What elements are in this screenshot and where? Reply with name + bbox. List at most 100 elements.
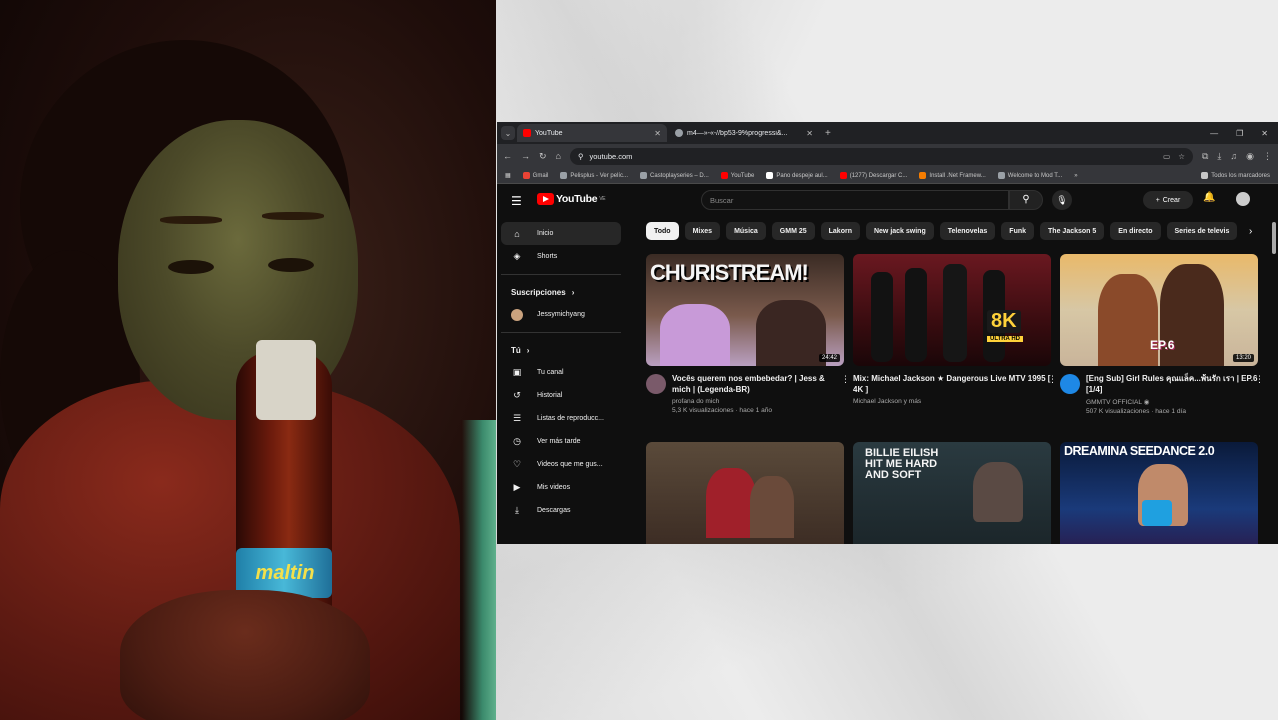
- bookmark-item[interactable]: Pano despeje aul...: [766, 172, 828, 179]
- you-header[interactable]: Tú ›: [501, 339, 621, 361]
- video-card[interactable]: CHURISTREAM! 24:42 Vocês querem nos embe…: [646, 254, 850, 414]
- video-thumbnail[interactable]: CHURISTREAM! 24:42: [646, 254, 844, 366]
- close-window-icon[interactable]: ✕: [1261, 129, 1268, 138]
- profile-icon[interactable]: ◉: [1246, 151, 1254, 162]
- sidebar-item-my-videos[interactable]: ▶ Mis videos: [501, 476, 621, 499]
- new-tab-icon[interactable]: +: [825, 128, 831, 139]
- site-info-icon[interactable]: ⚲: [578, 152, 584, 161]
- video-title[interactable]: Vocês querem nos embebedar? | Jess & mic…: [672, 374, 844, 395]
- bookmark-item[interactable]: YouTube: [720, 172, 754, 179]
- media-icon[interactable]: ♫: [1230, 151, 1237, 162]
- chip-en-directo[interactable]: En directo: [1110, 222, 1161, 240]
- sidebar-item-watch-later[interactable]: ◷ Ver más tarde: [501, 430, 621, 453]
- clock-icon: ◷: [513, 436, 521, 446]
- menu-icon[interactable]: ☰: [511, 194, 522, 208]
- chip-mixes[interactable]: Mixes: [684, 222, 721, 240]
- channel-name[interactable]: Michael Jackson y más: [853, 398, 1051, 405]
- chip-gmm25[interactable]: GMM 25: [771, 222, 815, 240]
- video-card[interactable]: DREAMINA SEEDANCE 2.0: [1060, 442, 1258, 544]
- tab-youtube[interactable]: YouTube ✕: [517, 124, 667, 142]
- chip-todo[interactable]: Todo: [646, 222, 679, 240]
- sidebar-item-channel[interactable]: ▣ Tu canal: [501, 361, 621, 384]
- thumbnail-text: 8K: [987, 310, 1021, 333]
- tab-search-button[interactable]: ⌄: [501, 126, 515, 140]
- more-options-icon[interactable]: ⋮: [1048, 374, 1057, 385]
- reload-icon[interactable]: ↻: [539, 151, 547, 162]
- close-tab-icon[interactable]: ✕: [654, 129, 661, 138]
- tab-second[interactable]: m4—»-«-//bp53-9%progressi&... ✕: [669, 124, 819, 142]
- scrollbar[interactable]: [1272, 222, 1276, 254]
- chip-series[interactable]: Series de televis: [1166, 222, 1238, 240]
- video-card[interactable]: EP.6 13:20 [Eng Sub] Girl Rules คุณแล็ค.…: [1060, 254, 1264, 415]
- sidebar-item-subscription[interactable]: Jessymichyang: [501, 303, 621, 326]
- bookmark-item[interactable]: Pelisplus - Ver pelíc...: [560, 172, 628, 179]
- bell-icon[interactable]: 🔔: [1203, 192, 1215, 203]
- logo-text: YouTube: [556, 193, 598, 205]
- channel-name[interactable]: GMMTV OFFICIAL ◉: [1086, 398, 1258, 406]
- chip-telenovelas[interactable]: Telenovelas: [939, 222, 996, 240]
- sidebar-item-inicio[interactable]: ⌂ Inicio: [501, 222, 621, 245]
- download-icon[interactable]: ⤓: [1217, 151, 1221, 162]
- video-card[interactable]: BILLIE EILISH HIT ME HARD AND SOFT: [853, 442, 1051, 544]
- video-thumbnail[interactable]: [646, 442, 844, 544]
- search-icon[interactable]: ⚲: [1009, 190, 1043, 210]
- sidebar-item-shorts[interactable]: ◈ Shorts: [501, 245, 621, 268]
- my-videos-icon: ▶: [513, 482, 521, 492]
- menu-dots-icon[interactable]: ⋮: [1263, 151, 1272, 162]
- youtube-logo[interactable]: YouTube VE: [537, 193, 606, 205]
- account-avatar[interactable]: [1236, 192, 1250, 206]
- video-stats: 507 K visualizaciones · hace 1 día: [1086, 408, 1187, 415]
- chip-new-jack-swing[interactable]: New jack swing: [865, 222, 934, 240]
- video-thumbnail[interactable]: 8K ULTRA HD: [853, 254, 1051, 366]
- cast-icon[interactable]: ▭: [1163, 152, 1170, 161]
- chevron-right-icon[interactable]: ›: [1249, 226, 1252, 237]
- chip-jackson5[interactable]: The Jackson 5: [1040, 222, 1105, 240]
- extensions-icon[interactable]: ⧉: [1202, 151, 1208, 162]
- back-icon[interactable]: ←: [503, 151, 512, 161]
- home-icon: ⌂: [514, 228, 520, 239]
- video-duration: 13:20: [1232, 354, 1254, 362]
- close-tab-icon[interactable]: ✕: [806, 129, 813, 138]
- mic-icon[interactable]: 🎙: [1052, 190, 1072, 210]
- bookmark-item[interactable]: Castoplayseries – D...: [640, 172, 709, 179]
- channel-name[interactable]: profana do mich: [672, 398, 844, 405]
- forward-icon[interactable]: →: [521, 151, 530, 161]
- search-input[interactable]: Buscar: [701, 190, 1009, 210]
- maximize-icon[interactable]: ❐: [1236, 129, 1243, 138]
- sidebar-item-liked[interactable]: ♡ Videos que me gus...: [501, 453, 621, 476]
- url-field[interactable]: ⚲ youtube.com ▭ ☆: [569, 147, 1193, 165]
- bookmark-item[interactable]: Welcome to Mod T...: [997, 172, 1062, 179]
- channel-avatar[interactable]: [646, 374, 666, 394]
- sidebar-item-downloads[interactable]: ⤓ Descargas: [501, 499, 621, 522]
- video-title[interactable]: [Eng Sub] Girl Rules คุณแล็ค...พ้นรัก เร…: [1086, 374, 1258, 395]
- chip-lakorn[interactable]: Lakorn: [820, 222, 860, 240]
- channel-avatar[interactable]: [1060, 374, 1080, 394]
- video-card[interactable]: [646, 442, 844, 544]
- apps-icon[interactable]: ▦: [505, 172, 511, 179]
- more-options-icon[interactable]: ⋮: [1255, 374, 1264, 385]
- all-bookmarks[interactable]: Todos los marcadores: [1201, 172, 1270, 179]
- more-options-icon[interactable]: ⋮: [841, 374, 850, 385]
- divider: [501, 332, 621, 333]
- more-bookmarks-icon[interactable]: »: [1074, 173, 1077, 179]
- url-text: youtube.com: [589, 151, 633, 161]
- video-thumbnail[interactable]: BILLIE EILISH HIT ME HARD AND SOFT: [853, 442, 1051, 544]
- create-button[interactable]: + Crear: [1143, 191, 1193, 209]
- video-card[interactable]: 8K ULTRA HD Mix: Michael Jackson ★ Dange…: [853, 254, 1057, 405]
- video-thumbnail[interactable]: DREAMINA SEEDANCE 2.0: [1060, 442, 1258, 544]
- subscriptions-header[interactable]: Suscripciones ›: [501, 281, 621, 303]
- sidebar-item-history[interactable]: ↺ Historial: [501, 384, 621, 407]
- sidebar-item-playlists[interactable]: ☰ Listas de reproducc...: [501, 407, 621, 430]
- bookmark-item[interactable]: Gmail: [522, 172, 548, 179]
- minimize-icon[interactable]: —: [1210, 129, 1218, 138]
- bookmark-star-icon[interactable]: ☆: [1178, 152, 1185, 161]
- create-label: Crear: [1162, 196, 1181, 204]
- video-thumbnail[interactable]: EP.6 13:20: [1060, 254, 1258, 366]
- bookmark-item[interactable]: (1277) Descargar C...: [839, 172, 907, 179]
- video-title[interactable]: Mix: Michael Jackson ★ Dangerous Live MT…: [853, 374, 1051, 395]
- youtube-play-icon: [537, 193, 554, 205]
- chip-funk[interactable]: Funk: [1001, 222, 1035, 240]
- chip-musica[interactable]: Música: [726, 222, 766, 240]
- bookmark-item[interactable]: Install .Net Framew...: [919, 172, 986, 179]
- home-icon[interactable]: ⌂: [556, 151, 561, 161]
